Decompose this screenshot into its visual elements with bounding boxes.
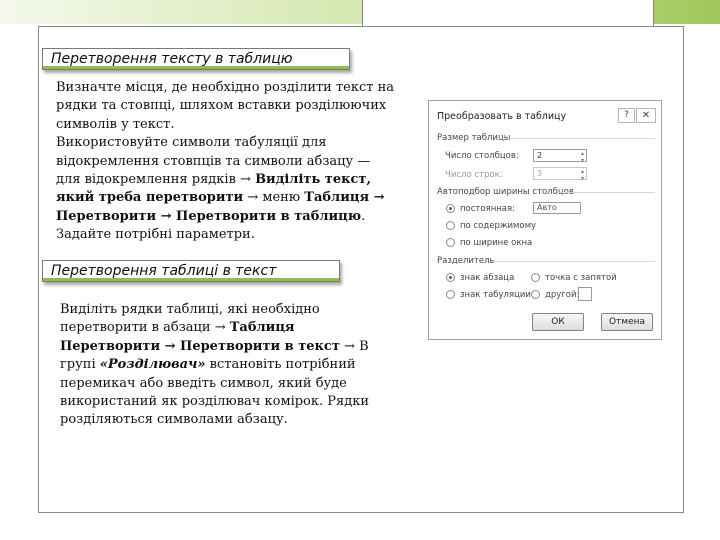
para-line: перемикач або введіть символ, який буде — [60, 375, 347, 391]
sep-paragraph-label: знак абзаца — [460, 273, 515, 283]
ok-button[interactable]: ОК — [532, 313, 584, 331]
para-line: розділяються символами абзацу. — [60, 412, 288, 428]
fixed-width-input[interactable]: Авто — [533, 202, 581, 214]
para-line: Задайте потрібні параметри. — [56, 227, 255, 243]
para-text: → меню — [243, 190, 305, 206]
section-table-to-text-paragraph: Виділіть рядки таблиці, які необхідно пе… — [60, 301, 390, 430]
section-title-table-to-text: Перетворення таблиці в текст — [42, 260, 340, 282]
para-text: групі — [60, 357, 100, 373]
help-icon[interactable]: ? — [618, 108, 635, 123]
radio-autofit-content[interactable] — [446, 221, 455, 230]
para-line: використаний як розділювач комірок. Рядк… — [60, 394, 370, 410]
radio-content-label: по содержимому — [460, 221, 537, 231]
para-line: символів у текст. — [56, 116, 175, 132]
para-text: . — [361, 208, 366, 224]
cancel-button[interactable]: Отмена — [601, 313, 653, 331]
close-icon[interactable]: ✕ — [636, 108, 656, 123]
para-line: рядки та стовпці, шляхом вставки розділю… — [56, 98, 387, 114]
bold-menu-table: Таблиця → — [304, 190, 385, 206]
group-divider — [557, 192, 655, 193]
para-text: → В — [339, 338, 369, 354]
para-line: відокремлення стовпців та символи абзацу… — [56, 153, 371, 169]
dialog-title: Преобразовать в таблицу — [437, 111, 567, 122]
sep-semicolon-label: точка с запятой — [545, 273, 617, 283]
cols-spinner[interactable]: 2 — [533, 149, 587, 164]
group-separator: Разделитель — [437, 256, 495, 266]
bold-italic-separator: «Розділювач» — [99, 357, 206, 373]
para-text: встановіть потрібний — [205, 357, 356, 373]
bold-instruction: який треба перетворити — [56, 190, 244, 206]
bold-command-path: Перетворити → Перетворити в текст — [60, 338, 340, 354]
rows-spinner: 3 — [533, 167, 587, 182]
radio-sep-other[interactable] — [531, 290, 540, 299]
para-line: Використовуйте символи табуляції для — [56, 135, 327, 151]
para-line: Виділіть рядки таблиці, які необхідно — [60, 302, 320, 317]
radio-sep-paragraph[interactable] — [446, 273, 455, 282]
para-text: перетворити в абзаци → — [60, 320, 230, 336]
group-divider — [491, 261, 655, 262]
rows-label: Число строк: — [445, 170, 503, 180]
radio-fixed-width[interactable] — [446, 204, 455, 213]
sep-other-label: другой: — [545, 290, 580, 300]
sep-tab-label: знак табуляции — [460, 290, 531, 300]
group-divider — [499, 138, 655, 139]
radio-autofit-window[interactable] — [446, 238, 455, 247]
cols-label: Число столбцов: — [445, 151, 519, 161]
section-text-to-table-paragraph: Визначте місця, де необхідно розділити т… — [56, 79, 408, 245]
para-line: для відокремлення рядків → — [56, 172, 256, 188]
section-title-text-to-table: Перетворення тексту в таблицю — [42, 48, 350, 70]
bold-menu-table: Таблиця — [229, 320, 295, 336]
radio-window-label: по ширине окна — [460, 238, 533, 248]
convert-to-table-dialog: Преобразовать в таблицу ? ✕ Размер табли… — [428, 100, 662, 340]
bold-command-path: Перетворити → Перетворити в таблицю — [56, 208, 362, 224]
radio-sep-semicolon[interactable] — [531, 273, 540, 282]
radio-fixed-label: постоянная: — [460, 204, 515, 214]
radio-sep-tab[interactable] — [446, 290, 455, 299]
sep-other-input[interactable] — [578, 287, 592, 301]
bold-instruction: Виділіть текст, — [255, 172, 372, 188]
group-autofit: Автоподбор ширины столбцов — [437, 187, 574, 197]
para-line: Визначте місця, де необхідно розділити т… — [56, 80, 395, 95]
